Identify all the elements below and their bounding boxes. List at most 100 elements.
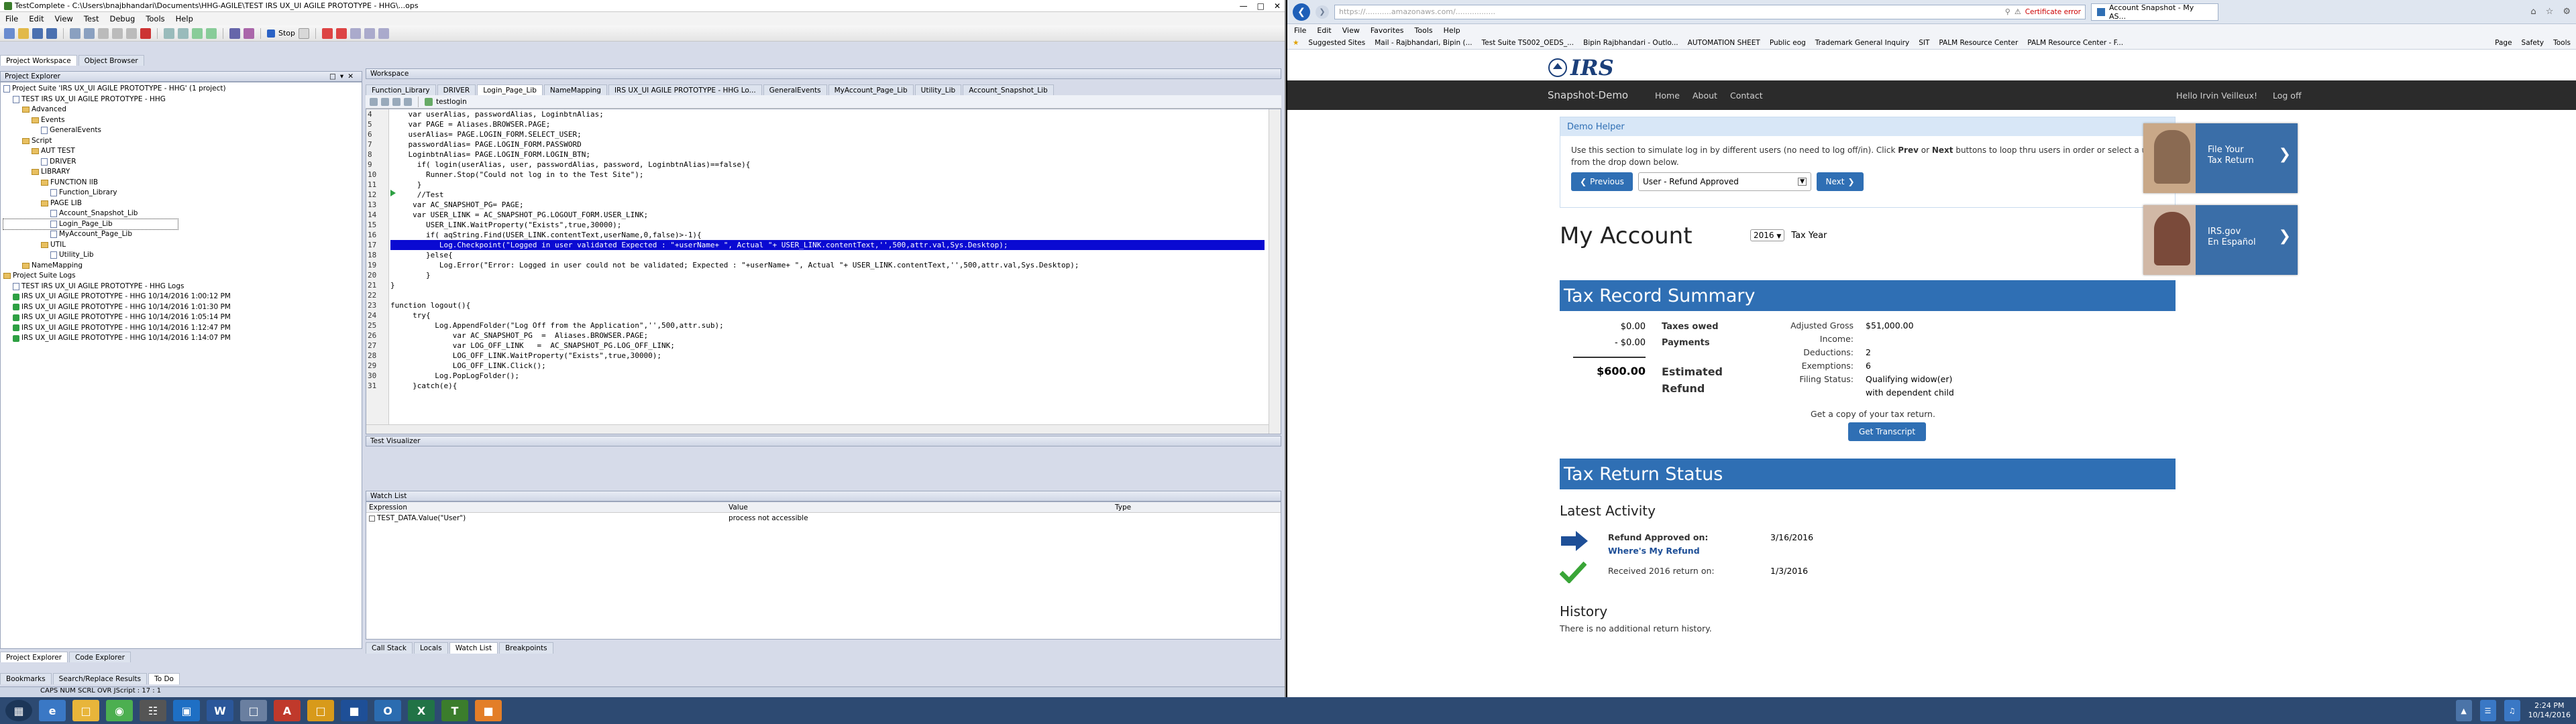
code-line[interactable]: var AC_SNAPSHOT_PG= PAGE; — [390, 200, 1265, 210]
nav-logoff[interactable]: Log off — [2273, 90, 2302, 101]
code-line[interactable]: LOG_OFF_LINK.Click(); — [390, 361, 1265, 371]
code-line[interactable]: function logout(){ — [390, 300, 1265, 310]
tree-node[interactable]: UTIL — [3, 240, 359, 251]
tab-call-stack[interactable]: Call Stack — [366, 642, 413, 654]
code-line[interactable]: var AC_SNAPSHOT_PG = Aliases.BROWSER.PAG… — [390, 330, 1265, 341]
code-line[interactable]: var LOG_OFF_LINK = AC_SNAPSHOT_PG.LOG_OF… — [390, 341, 1265, 351]
clear-breakpoint-icon[interactable] — [336, 27, 347, 39]
certificate-error[interactable]: Certificate error — [2025, 8, 2081, 16]
testcomplete-icon[interactable]: T — [441, 700, 468, 721]
nav-forward-icon[interactable] — [381, 97, 389, 106]
watch-checkbox[interactable] — [369, 515, 375, 522]
code-line[interactable]: }catch(e){ — [390, 381, 1265, 391]
favorite-link[interactable]: Trademark General Inquiry — [1815, 39, 1909, 47]
favorite-link[interactable]: Mail - Rajbhandari, Bipin (... — [1375, 39, 1472, 47]
routine-name[interactable]: testlogin — [436, 98, 467, 106]
panel-pin-icon[interactable]: □▾✕ — [329, 72, 358, 80]
tab-bookmarks[interactable]: Bookmarks — [0, 673, 52, 684]
tree-node[interactable]: IRS UX_UI AGILE PROTOTYPE - HHG 10/14/20… — [3, 333, 359, 344]
record-icon[interactable] — [192, 27, 203, 39]
code-line[interactable]: Log.Error("Error: Logged in user could n… — [390, 260, 1265, 270]
tab-todo[interactable]: To Do — [148, 673, 180, 684]
code-line[interactable]: LoginbtnAlias= PAGE.LOGIN_FORM.LOGIN_BTN… — [390, 149, 1265, 160]
editor-tab[interactable]: Function_Library — [366, 84, 436, 95]
tree-node[interactable]: TEST IRS UX_UI AGILE PROTOTYPE - HHG Log… — [3, 282, 359, 292]
code-line[interactable]: Runner.Stop("Could not log in to the Tes… — [390, 170, 1265, 180]
redo-icon[interactable] — [84, 27, 95, 39]
word-icon[interactable]: W — [207, 700, 233, 721]
menu-view[interactable]: View — [55, 14, 73, 23]
clock[interactable]: 2:24 PM 10/14/2016 — [2528, 701, 2571, 720]
certificate-warning-icon[interactable]: ⚠ — [2015, 7, 2021, 16]
paste-icon[interactable] — [126, 27, 137, 39]
tree-node[interactable]: IRS UX_UI AGILE PROTOTYPE - HHG 10/14/20… — [3, 323, 359, 334]
favorite-link[interactable]: Bipin Rajbhandari - Outlo... — [1583, 39, 1678, 47]
irs-logo[interactable]: IRS — [1548, 55, 1614, 80]
next-button[interactable]: Next ❯ — [1817, 172, 1864, 191]
copy-icon[interactable] — [112, 27, 123, 39]
get-transcript-button[interactable]: Get Transcript — [1848, 422, 1926, 441]
indent-icon[interactable] — [404, 97, 412, 106]
editor-tab[interactable]: Login_Page_Lib — [477, 84, 543, 95]
editor-tab[interactable]: MyAccount_Page_Lib — [828, 84, 914, 95]
forward-icon[interactable]: ❯ — [1316, 5, 1329, 19]
debug-icon[interactable] — [229, 27, 240, 39]
nav-greeting[interactable]: Hello Irvin Veilleux! — [2176, 90, 2257, 101]
nav-home[interactable]: Home — [1655, 90, 1680, 101]
find-icon[interactable] — [164, 27, 174, 39]
code-line[interactable]: Log.PopLogFolder(); — [390, 371, 1265, 381]
nav-back-icon[interactable] — [370, 97, 378, 106]
explorer-icon[interactable]: □ — [72, 700, 99, 721]
col-type[interactable]: Type — [1115, 503, 1131, 511]
br-menu-edit[interactable]: Edit — [1317, 26, 1331, 35]
editor-tab[interactable]: Utility_Lib — [914, 84, 962, 95]
code-line[interactable]: }else{ — [390, 250, 1265, 260]
tree-node[interactable]: Project Suite Logs — [3, 271, 359, 282]
tree-node[interactable]: FUNCTION lIB — [3, 178, 359, 188]
editor-tab[interactable]: Account_Snapshot_Lib — [963, 84, 1054, 95]
code-line[interactable]: //Test — [390, 190, 1265, 200]
folder-icon[interactable]: □ — [307, 700, 334, 721]
wheres-my-refund-link[interactable]: Where's My Refund — [1608, 546, 1700, 556]
code-editor[interactable]: 4 5 6 7 8 9 10 11 12 13 14 15 16 17 18 19 20 21 22 23 24 25 26… — [366, 109, 1281, 434]
favorite-link[interactable]: PALM Resource Center — [1939, 39, 2018, 47]
nav-contact[interactable]: Contact — [1730, 90, 1763, 101]
pause-icon[interactable] — [299, 27, 310, 39]
volume-icon[interactable]: ♫ — [2504, 700, 2520, 721]
cmd-tools[interactable]: Tools — [2553, 39, 2571, 47]
menu-tools[interactable]: Tools — [146, 14, 164, 23]
file-tax-return-promo[interactable]: File Your Tax Return ❯ — [2143, 123, 2298, 193]
excel-icon[interactable]: X — [408, 700, 435, 721]
tree-node[interactable]: Project Suite 'IRS UX_UI AGILE PROTOTYPE… — [3, 84, 359, 95]
stop-button[interactable]: Stop — [278, 29, 295, 38]
stop-icon[interactable] — [267, 29, 275, 38]
cut-icon[interactable] — [98, 27, 109, 39]
nav-about[interactable]: About — [1693, 90, 1717, 101]
code-line[interactable]: USER_LINK.WaitProperty("Exists",true,300… — [390, 220, 1265, 230]
address-bar[interactable]: https://...........amazonaws.com/.......… — [1334, 4, 2086, 19]
breakpoint-icon[interactable] — [322, 27, 333, 39]
panel-layout-icon[interactable] — [364, 27, 376, 39]
br-menu-tools[interactable]: Tools — [1415, 26, 1433, 35]
undo-icon[interactable] — [70, 27, 80, 39]
tree-node[interactable]: DRIVER — [3, 157, 359, 168]
editor-tab[interactable]: GeneralEvents — [763, 84, 827, 95]
tree-node[interactable]: LIBRARY — [3, 167, 359, 178]
menu-debug[interactable]: Debug — [109, 14, 135, 23]
irs-espanol-promo[interactable]: IRS.gov En Español ❯ — [2143, 205, 2298, 275]
tree-node[interactable]: Function_Library — [3, 188, 359, 198]
col-value[interactable]: Value — [729, 503, 1115, 511]
col-expression[interactable]: Expression — [366, 503, 729, 511]
app-icon[interactable]: ■ — [341, 700, 368, 721]
tab-watch-list[interactable]: Watch List — [449, 642, 498, 654]
tree-node[interactable]: IRS UX_UI AGILE PROTOTYPE - HHG 10/14/20… — [3, 312, 359, 323]
horizontal-scrollbar[interactable] — [366, 424, 1269, 434]
favorites-star-icon[interactable]: ★ — [1293, 39, 1299, 47]
save-all-icon[interactable] — [46, 27, 57, 39]
app-icon[interactable]: □ — [240, 700, 267, 721]
watch-row[interactable]: TEST_DATA.Value("User") process not acce… — [366, 513, 1281, 524]
search-icon[interactable]: ⚲ — [2005, 7, 2010, 16]
vertical-scrollbar[interactable] — [1269, 109, 1281, 434]
open-icon[interactable] — [18, 27, 29, 39]
delete-icon[interactable] — [140, 27, 151, 39]
